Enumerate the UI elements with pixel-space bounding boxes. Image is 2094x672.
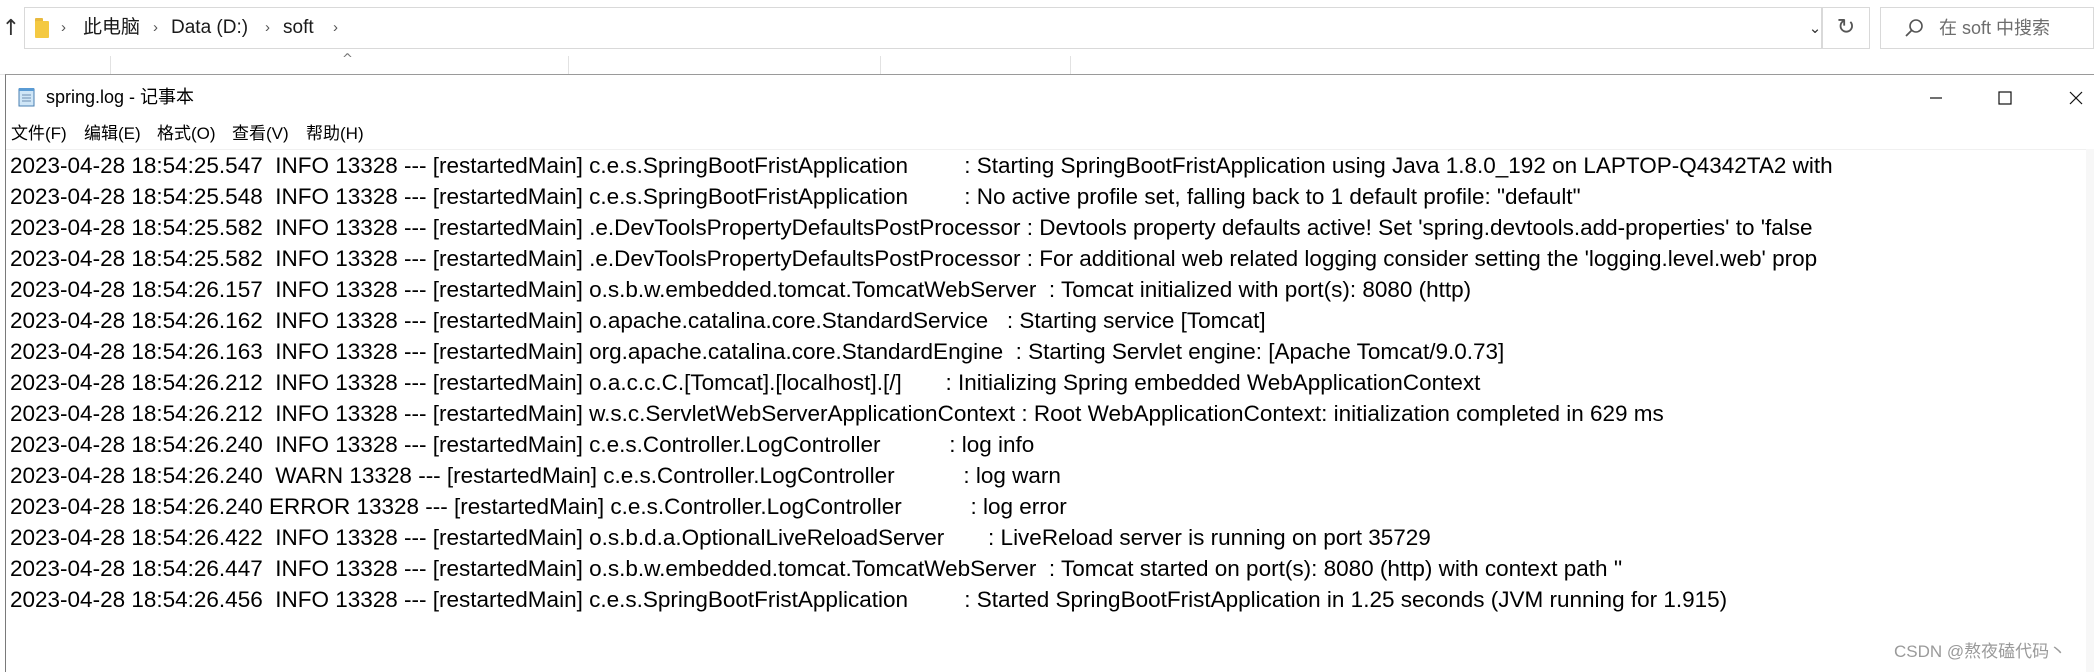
folder-icon bbox=[35, 18, 51, 38]
vertical-scrollbar[interactable] bbox=[2086, 149, 2094, 672]
close-icon bbox=[2069, 91, 2083, 104]
log-line: 2023-04-28 18:54:26.240 ERROR 13328 --- … bbox=[10, 494, 1067, 519]
maximize-button[interactable] bbox=[1975, 75, 2035, 119]
breadcrumb-this-pc[interactable]: 此电脑 bbox=[83, 8, 140, 48]
notepad-icon bbox=[18, 88, 35, 107]
log-line: 2023-04-28 18:54:26.447 INFO 13328 --- [… bbox=[10, 556, 1623, 581]
file-explorer-window: ↑ › 此电脑 › Data (D:) › soft › ⌄ ↻ 在 soft … bbox=[0, 0, 2094, 75]
sort-caret-icon[interactable]: ^ bbox=[342, 52, 353, 67]
desktop-screenshot: ↑ › 此电脑 › Data (D:) › soft › ⌄ ↻ 在 soft … bbox=[0, 0, 2094, 672]
breadcrumb-separator-icon[interactable]: › bbox=[61, 8, 66, 48]
breadcrumb-separator-icon[interactable]: › bbox=[153, 8, 158, 48]
menu-edit[interactable]: 编辑(E) bbox=[84, 119, 141, 149]
log-line: 2023-04-28 18:54:25.582 INFO 13328 --- [… bbox=[10, 246, 1818, 271]
breadcrumb-separator-icon[interactable]: › bbox=[265, 8, 270, 48]
breadcrumb-separator-icon[interactable]: › bbox=[333, 8, 338, 48]
log-line: 2023-04-28 18:54:25.582 INFO 13328 --- [… bbox=[10, 215, 1813, 240]
log-line: 2023-04-28 18:54:26.422 INFO 13328 --- [… bbox=[10, 525, 1431, 550]
title-bar[interactable]: spring.log - 记事本 bbox=[6, 75, 2094, 119]
text-editor-area[interactable]: 2023-04-28 18:54:25.547 INFO 13328 --- [… bbox=[6, 149, 2087, 672]
menu-format[interactable]: 格式(O) bbox=[157, 119, 216, 149]
log-line: 2023-04-28 18:54:26.212 INFO 13328 --- [… bbox=[10, 370, 1481, 395]
window-title: spring.log - 记事本 bbox=[46, 87, 195, 107]
log-line: 2023-04-28 18:54:26.157 INFO 13328 --- [… bbox=[10, 277, 1472, 302]
menu-help[interactable]: 帮助(H) bbox=[306, 119, 364, 149]
log-line: 2023-04-28 18:54:26.163 INFO 13328 --- [… bbox=[10, 339, 1505, 364]
menu-file[interactable]: 文件(F) bbox=[11, 119, 67, 149]
menu-bar: 文件(F) 编辑(E) 格式(O) 查看(V) 帮助(H) bbox=[6, 119, 2094, 149]
search-placeholder: 在 soft 中搜索 bbox=[1939, 18, 2051, 38]
minimize-icon bbox=[1930, 96, 1942, 99]
menu-view[interactable]: 查看(V) bbox=[232, 119, 289, 149]
log-line: 2023-04-28 18:54:25.547 INFO 13328 --- [… bbox=[10, 153, 1833, 178]
log-line: 2023-04-28 18:54:26.456 INFO 13328 --- [… bbox=[10, 587, 1728, 612]
log-line: 2023-04-28 18:54:26.212 INFO 13328 --- [… bbox=[10, 401, 1664, 426]
maximize-icon bbox=[1998, 90, 2012, 105]
log-line: 2023-04-28 18:54:26.240 INFO 13328 --- [… bbox=[10, 432, 1035, 457]
address-bar[interactable]: › 此电脑 › Data (D:) › soft › ⌄ bbox=[24, 7, 1822, 49]
notepad-window: spring.log - 记事本 文件(F) 编辑(E) 格式(O) 查看(V)… bbox=[5, 74, 2094, 672]
breadcrumb-soft[interactable]: soft bbox=[283, 8, 314, 48]
refresh-button[interactable]: ↻ bbox=[1822, 7, 1870, 49]
log-line: 2023-04-28 18:54:26.240 WARN 13328 --- [… bbox=[10, 463, 1061, 488]
watermark: CSDN @熬夜磕代码丶 bbox=[1894, 642, 2067, 661]
log-line: 2023-04-28 18:54:26.162 INFO 13328 --- [… bbox=[10, 308, 1266, 333]
up-arrow-icon[interactable]: ↑ bbox=[0, 14, 22, 44]
breadcrumb-data-drive[interactable]: Data (D:) bbox=[171, 8, 248, 48]
minimize-button[interactable] bbox=[1906, 75, 1966, 119]
close-button[interactable] bbox=[2046, 75, 2094, 119]
log-line: 2023-04-28 18:54:25.548 INFO 13328 --- [… bbox=[10, 184, 1581, 209]
search-box[interactable]: 在 soft 中搜索 bbox=[1880, 7, 2094, 49]
search-icon bbox=[1905, 19, 1923, 37]
refresh-icon: ↻ bbox=[1836, 15, 1856, 40]
column-header-strip: ^ bbox=[0, 50, 2094, 74]
